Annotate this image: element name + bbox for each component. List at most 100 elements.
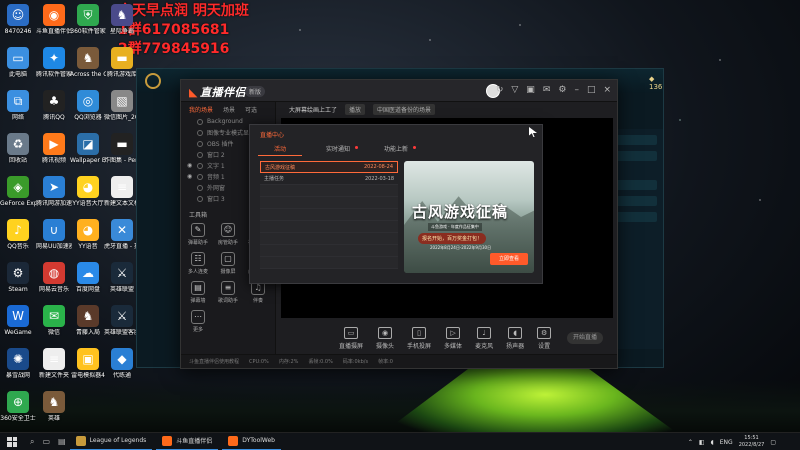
desktop-shortcut[interactable]: ◍ 网易云音乐 [36,262,72,293]
control-button[interactable]: ♩ 麦克风 [475,326,493,350]
start-live-button[interactable]: 开始直播 [567,332,603,344]
desktop-shortcut[interactable]: ▬ 炸图集 - PerfOrMa... [104,133,140,164]
desktop-shortcut[interactable]: ◪ Wallpaper Engine... [70,133,106,164]
status-item[interactable]: 斗鱼直播伴侣使用教程 [189,358,239,365]
clock[interactable]: 15:51 2022/8/27 [739,435,765,449]
desktop-shortcut[interactable]: ◈ GeForce Experience [0,176,36,207]
desktop-shortcut[interactable]: ♞ 星际争霸 [104,4,140,35]
desktop-shortcut[interactable]: ♪ QQ音乐 [0,219,36,250]
control-button[interactable]: ◉ 摄像头 [376,326,394,350]
desktop-shortcut[interactable]: ◆ 代练通 [104,348,140,379]
tool-button[interactable]: ▤ 弹幕墙 [183,281,213,304]
app-titlebar: ◣ 直播伴侣 新版 ↻ ▽ ▣ ✉ ⚙ – □ × [181,80,617,102]
taskbar-app[interactable]: 斗鱼直播伴侣 [156,433,219,450]
desktop-shortcut[interactable]: ♞ 青藤入局 [70,305,106,336]
desktop-shortcut[interactable]: ⛨ 360软件管家 [70,4,106,35]
view-now-button[interactable]: 立即查看 [490,253,528,265]
control-button[interactable]: ⚙ 设置 [537,326,552,350]
tool-button[interactable]: ☺ 房管助手 [213,223,243,246]
control-button[interactable]: ▭ 直播摄屏 [339,326,363,350]
desktop-shortcut[interactable]: ≡ 新建文本文档 [104,176,140,207]
tencent-icon: ✦ [43,47,65,69]
tab-optional[interactable]: 可选 [245,105,257,114]
steam-icon: ⚙ [7,262,29,284]
file-explorer-icon[interactable]: ▤ [58,437,66,447]
tab-my-scenes[interactable]: 我的场景 [189,105,213,114]
task-view-icon[interactable]: ▭ [42,437,50,447]
event-banner[interactable]: 古风游戏征稿 斗鱼游戏 · 年度作品征集中 报名开始，百万奖金打包！ 2022年… [404,161,534,273]
search-icon[interactable]: ⌕ [30,437,34,447]
desktop-shortcut[interactable]: ♣ 腾讯QQ [36,90,72,121]
desktop-shortcut[interactable]: ☺ 8470246 [0,4,36,35]
tool-button[interactable]: ⋯ 更多 [183,310,213,333]
desktop-shortcut[interactable]: ▭ 此电脑 [0,47,36,78]
desktop-shortcut[interactable]: ✦ 腾讯软件管家 [36,47,72,78]
desktop-shortcut[interactable]: ➤ 腾讯网游加速器 [36,176,72,207]
speed-icon: ➤ [43,176,65,198]
taskbar-app[interactable]: DYToolWeb [222,433,281,450]
control-button[interactable]: ▯ 手机投屏 [407,326,432,350]
brand-logo-icon: ◣ [189,86,198,99]
desktop-shortcut[interactable]: ♻ 回收站 [0,133,36,164]
live-center-dialog[interactable]: 直播中心 活动 实时通知 功能上新 古风游戏征稿 2022-08-24 主播任务 2022… [249,124,543,284]
eye-icon[interactable]: ◉ [187,162,197,169]
network-icon[interactable]: ◧ [699,439,705,446]
close-icon[interactable]: × [603,85,611,96]
eye-icon[interactable]: ◉ [187,173,197,180]
scene-chip[interactable]: 中国医道备份的场景 [373,103,436,115]
volume-icon[interactable]: ◖ [711,439,714,446]
desktop-shortcut[interactable]: W WeGame [0,305,36,336]
refresh-icon[interactable]: ↻ [496,85,504,96]
notification-icon[interactable]: ▢ [770,439,776,446]
dialog-tab[interactable]: 实时通知 [316,144,360,156]
dialog-tab[interactable]: 功能上新 [374,144,418,156]
list-item[interactable]: 古风游戏征稿 2022-08-24 [260,161,398,173]
gift-icon[interactable]: ▣ [526,85,535,96]
scene-chip[interactable]: 播放 [345,103,366,115]
desktop-shortcut[interactable]: ▧ 微信图片_2022081... [104,90,140,121]
desktop-shortcut[interactable]: ∪ 网易UU加速器 [36,219,72,250]
desktop-shortcut[interactable]: ◉ 斗鱼直播伴侣 [36,4,72,35]
mail-icon[interactable]: ✉ [543,85,551,96]
desktop-shortcut[interactable]: ⚙ Steam [0,262,36,293]
desktop-shortcut[interactable]: ▶ 腾讯视频 [36,133,72,164]
minimize-icon[interactable]: – [574,85,579,96]
taskbar-app[interactable]: League of Legends [69,433,153,450]
desktop-shortcut[interactable]: ✺ 暴雪战网 [0,348,36,379]
desktop-shortcut[interactable]: ⊕ 360安全卫士 [0,391,36,422]
list-item-date: 2022-08-24 [363,164,393,170]
desktop-shortcut[interactable]: ♞ Across the Obelisk [70,47,106,78]
desktop-shortcut[interactable]: ◕ YY语音 [70,219,106,250]
tool-button[interactable]: ☷ 多人连麦 [183,252,213,275]
control-label: 手机投屏 [407,342,432,350]
desktop-shortcut[interactable]: ⧉ 网络 [0,90,36,121]
desktop-shortcut[interactable]: ☁ 百度网盘 [70,262,106,293]
desktop-shortcut[interactable]: ✉ 微信 [36,305,72,336]
desktop-shortcut[interactable]: ▬ 腾讯游戏库 [104,47,140,78]
language-indicator[interactable]: ENG [720,439,733,446]
desktop-shortcut[interactable]: ◎ QQ浏览器 [70,90,106,121]
maximize-icon[interactable]: □ [587,85,596,96]
desktop-shortcut[interactable]: ⚔ 英雄联盟客服 [104,305,140,336]
desktop-shortcut[interactable]: ♞ 英雄 [36,391,72,422]
shirt-icon[interactable]: ▽ [511,85,518,96]
tool-button[interactable]: ✎ 弹幕助手 [183,223,213,246]
computer-icon: ▭ [7,47,29,69]
list-item[interactable]: 主播任务 2022-03-18 [260,173,398,185]
tab-scenes[interactable]: 场景 [223,105,235,114]
desktop-shortcut[interactable]: ✕ 虎牙直播 - 提示 [104,219,140,250]
windows-start-icon[interactable] [4,434,20,450]
control-button[interactable]: ▷ 多媒体 [444,326,462,350]
desktop-shortcut[interactable]: ≡ 新建文件夹 [36,348,72,379]
chevron-up-icon[interactable]: ⌃ [688,439,693,446]
dialog-tab[interactable]: 活动 [258,144,302,156]
tool-button[interactable]: ♫ 伴奏 [243,281,273,304]
tool-button[interactable]: ▢ 摄像屏 [213,252,243,275]
version-badge[interactable]: 新版 [245,86,266,97]
settings-icon[interactable]: ⚙ [558,85,566,96]
tool-button[interactable]: ≡ 歌词助手 [213,281,243,304]
control-button[interactable]: ◖ 扬声器 [506,326,524,350]
desktop-shortcut[interactable]: ◕ YY语音大厅 [70,176,106,207]
desktop-shortcut[interactable]: ▣ 雷电模拟器4 [70,348,106,379]
desktop-shortcut[interactable]: ⚔ 英雄联盟 [104,262,140,293]
